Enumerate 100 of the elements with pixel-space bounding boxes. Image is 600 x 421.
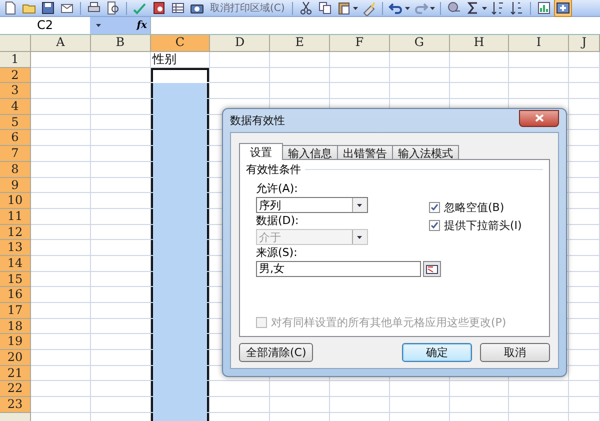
table-cell: [450, 52, 510, 68]
column-header[interactable]: E: [270, 35, 330, 52]
tab[interactable]: 输入信息: [282, 145, 338, 160]
chart-icon[interactable]: [536, 0, 552, 16]
table-cell: [90, 381, 151, 398]
row-header[interactable]: 13: [0, 240, 31, 256]
row-header[interactable]: 9: [0, 178, 31, 194]
caret-icon[interactable]: [352, 6, 358, 10]
dialog-button[interactable]: 全部清除(C): [239, 343, 314, 362]
checkbox-label[interactable]: 忽略空值(B): [444, 200, 504, 215]
table-cell: [569, 303, 600, 319]
allow-dropdown[interactable]: 序列: [256, 197, 368, 213]
table-cell: [31, 99, 91, 115]
range-icon: [426, 264, 438, 274]
table-cell: [509, 397, 570, 413]
row-header[interactable]: 12: [0, 224, 31, 240]
magnifier-page-icon[interactable]: [105, 0, 121, 16]
row-header[interactable]: 2: [0, 68, 31, 84]
table-cell: [509, 68, 570, 84]
data-label: 数据(D):: [256, 214, 299, 228]
table-cell: [90, 240, 151, 256]
row-header[interactable]: 15: [0, 272, 31, 288]
dialog-button[interactable]: 确定: [402, 343, 472, 362]
table-cell: [90, 99, 151, 115]
row-header[interactable]: 18: [0, 318, 31, 334]
table-cell: [31, 256, 91, 272]
table-cell: [569, 318, 600, 334]
scissors-icon[interactable]: [298, 0, 314, 16]
column-header[interactable]: A: [31, 35, 91, 52]
sort-ascending-icon[interactable]: [490, 0, 506, 16]
row-header[interactable]: 5: [0, 114, 31, 130]
column-header[interactable]: B: [90, 35, 151, 52]
brush-icon[interactable]: [360, 0, 377, 16]
table-cell: [450, 397, 510, 413]
table-cell: [569, 68, 600, 84]
row-header[interactable]: 3: [0, 83, 31, 100]
row-header[interactable]: 22: [0, 381, 31, 398]
column-header[interactable]: I: [509, 35, 570, 52]
row-header[interactable]: 16: [0, 287, 31, 303]
table-cell: [90, 130, 151, 146]
source-field[interactable]: 男,女: [256, 261, 422, 277]
row-header[interactable]: 4: [0, 99, 31, 115]
tab[interactable]: 设置: [239, 143, 283, 160]
copy-icon[interactable]: [316, 0, 333, 16]
table-cell: [569, 130, 600, 146]
dialog-button[interactable]: 取消: [480, 343, 550, 362]
checkbox-label[interactable]: 提供下拉箭头(I): [444, 218, 522, 233]
table-icon[interactable]: [170, 0, 186, 16]
clipboard-icon[interactable]: [336, 0, 352, 16]
table-cell: [31, 303, 91, 319]
table-cell: [31, 350, 91, 366]
column-header[interactable]: H: [450, 35, 510, 52]
caret-icon[interactable]: [356, 204, 362, 206]
caret-icon[interactable]: [430, 6, 435, 10]
tab[interactable]: 输入法模式: [392, 145, 459, 160]
table-cell: [90, 146, 151, 162]
checkbox[interactable]: [429, 220, 440, 231]
column-header[interactable]: D: [210, 35, 270, 52]
caret-icon[interactable]: [404, 6, 410, 10]
dropdown-caret-icon[interactable]: [96, 24, 101, 27]
close-button[interactable]: [519, 110, 559, 126]
table-cell: [31, 366, 91, 382]
row-header[interactable]: 21: [0, 366, 31, 382]
table-cell: [330, 68, 390, 84]
column-header[interactable]: G: [390, 35, 450, 52]
caret-icon[interactable]: [482, 6, 487, 10]
table-cell: [31, 208, 91, 225]
table-cell: [90, 287, 151, 303]
table-cell: [90, 83, 151, 100]
row-header[interactable]: 10: [0, 193, 31, 209]
table-cell: [90, 52, 151, 68]
row-header[interactable]: 1: [0, 52, 31, 68]
table-cell: [330, 397, 390, 413]
tab[interactable]: 出错警告: [337, 145, 393, 160]
row-header[interactable]: 7: [0, 146, 31, 162]
table-cell: [31, 130, 91, 146]
allow-label: 允许(A):: [256, 182, 298, 196]
row-header[interactable]: 11: [0, 208, 31, 225]
column-header[interactable]: F: [330, 35, 390, 52]
table-cell: [569, 397, 600, 413]
row-header[interactable]: 23: [0, 397, 31, 413]
table-cell: [31, 193, 91, 209]
sort-descending-icon[interactable]: [508, 0, 525, 16]
row-header[interactable]: 20: [0, 350, 31, 366]
range-select-button[interactable]: [423, 261, 441, 277]
table-cell: [569, 162, 600, 178]
row-header[interactable]: 8: [0, 162, 31, 178]
row-header[interactable]: 14: [0, 256, 31, 272]
checkbox[interactable]: [429, 202, 440, 213]
function-label[interactable]: fx: [136, 20, 147, 31]
row-header[interactable]: 19: [0, 334, 31, 350]
print-area-button[interactable]: 取消打印区域(C): [208, 1, 287, 15]
column-header[interactable]: J: [569, 35, 600, 52]
row-header[interactable]: 6: [0, 130, 31, 146]
table-cell: [270, 381, 330, 398]
wizard-icon[interactable]: [554, 0, 571, 16]
column-header[interactable]: C: [150, 35, 210, 52]
table-cell: [390, 52, 450, 68]
row-header[interactable]: 17: [0, 303, 31, 319]
table-cell: [569, 178, 600, 194]
